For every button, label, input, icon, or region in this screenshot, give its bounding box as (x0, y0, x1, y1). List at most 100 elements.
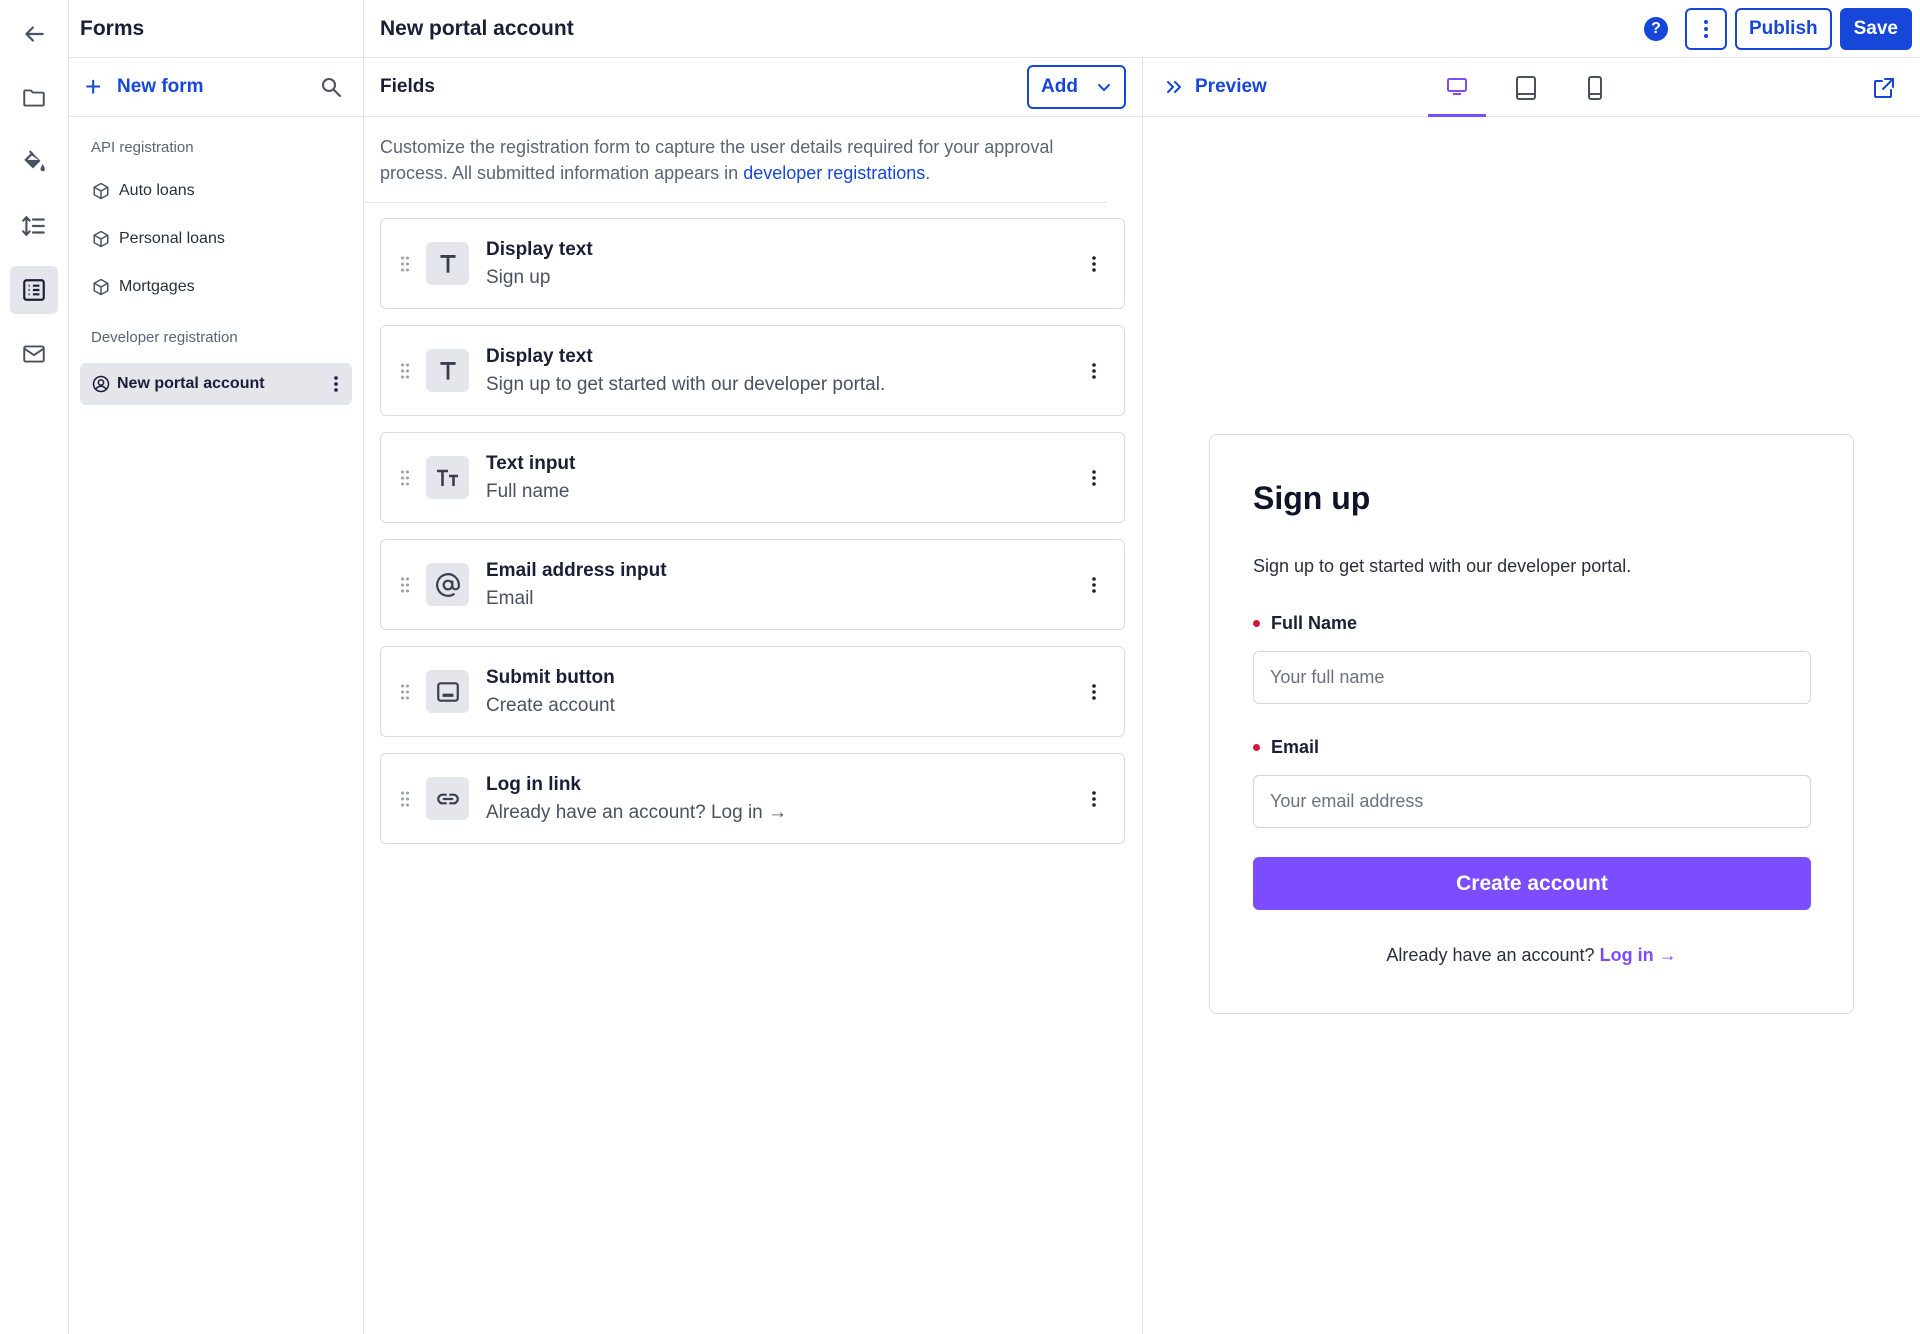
field-card-list: Display text Sign up Display text Sign u… (364, 203, 1142, 844)
fields-panel: Fields Add Customize the registration fo… (364, 58, 1143, 1334)
add-label: Add (1041, 76, 1078, 97)
desktop-device-tab[interactable] (1428, 58, 1486, 117)
field-value: Create account (486, 694, 615, 716)
publish-button[interactable]: Publish (1735, 8, 1832, 50)
field-card-submit-button[interactable]: Submit button Create account (380, 646, 1125, 737)
app-window: Forms + New form API registration Auto l… (0, 0, 1920, 1334)
more-vertical-icon[interactable] (1092, 577, 1096, 593)
add-field-button[interactable]: Add (1027, 65, 1126, 109)
field-card-text: Email address input Email (486, 560, 667, 610)
top-bar: New portal account ? Publish Save (364, 0, 1920, 58)
field-type: Submit button (486, 666, 615, 688)
preview-header: Preview (1143, 58, 1920, 117)
cube-icon (93, 278, 109, 296)
email-input[interactable] (1253, 775, 1811, 828)
desktop-icon (1447, 78, 1467, 95)
more-vertical-icon[interactable] (1092, 363, 1096, 379)
field-card-email-input[interactable]: Email address input Email (380, 539, 1125, 630)
forms-sidebar: Forms + New form API registration Auto l… (69, 0, 364, 1334)
field-type: Log in link (486, 773, 581, 795)
developer-registrations-link[interactable]: developer registrations (743, 163, 925, 183)
field-type: Text input (486, 452, 576, 474)
field-card-text: Text input Full name (486, 453, 575, 503)
field-card-text: Display text Sign up to get started with… (486, 346, 885, 396)
sidebar-item-new-portal-account[interactable]: New portal account (80, 363, 352, 405)
fields-description: Customize the registration form to captu… (364, 117, 1107, 203)
login-link[interactable]: Log in → (1600, 945, 1677, 965)
sidebar-title: Forms (80, 16, 145, 40)
help-icon[interactable]: ? (1644, 17, 1668, 41)
preview-toggle[interactable]: Preview (1165, 76, 1267, 98)
more-vertical-icon[interactable] (1092, 684, 1096, 700)
more-vertical-icon[interactable] (1092, 791, 1096, 807)
field-card-login-link[interactable]: Log in link Already have an account? Log… (380, 753, 1125, 844)
mail-icon[interactable] (10, 330, 58, 378)
chevron-down-icon (1098, 84, 1110, 91)
chevrons-right-icon (1167, 81, 1181, 93)
at-icon (426, 563, 469, 606)
preview-label: Preview (1195, 76, 1267, 97)
required-indicator (1253, 620, 1260, 627)
preview-panel: Preview Sign up Sign up to get started w… (1143, 58, 1920, 1334)
field-value: Email (486, 587, 534, 609)
save-button[interactable]: Save (1839, 8, 1912, 50)
search-icon[interactable] (319, 75, 343, 99)
description-end: . (925, 163, 931, 183)
sidebar-item-label: Personal loans (119, 230, 225, 247)
create-account-button[interactable]: Create account (1253, 857, 1811, 910)
sidebar-item-personal-loans[interactable]: Personal loans (69, 215, 363, 263)
fields-title: Fields (380, 76, 435, 97)
new-form-button[interactable]: + New form (85, 73, 204, 101)
sidebar-header: Forms (69, 0, 363, 58)
drag-handle-icon[interactable] (400, 576, 410, 594)
field-card-text: Submit button Create account (486, 667, 615, 717)
cube-icon (93, 230, 109, 248)
sidebar-item-mortgages[interactable]: Mortgages (69, 263, 363, 311)
icon-rail (0, 0, 69, 1334)
page-title: New portal account (380, 16, 574, 40)
new-form-row: + New form (69, 58, 363, 117)
forms-list-icon[interactable] (10, 266, 58, 314)
drag-handle-icon[interactable] (400, 683, 410, 701)
button-icon (426, 670, 469, 713)
mobile-device-tab[interactable] (1566, 58, 1624, 117)
more-vertical-icon[interactable] (1092, 470, 1096, 486)
sidebar-item-label: New portal account (117, 375, 265, 392)
drag-handle-icon[interactable] (400, 790, 410, 808)
drag-handle-icon[interactable] (400, 469, 410, 487)
more-vertical-icon[interactable] (334, 376, 338, 392)
top-actions: ? Publish Save (1644, 8, 1912, 50)
drag-handle-icon[interactable] (400, 362, 410, 380)
sidebar-item-label: Mortgages (119, 278, 195, 295)
field-card-display-text-heading[interactable]: Display text Sign up (380, 218, 1125, 309)
field-value: Sign up (486, 266, 551, 288)
sidebar-item-label: Auto loans (119, 182, 195, 199)
field-card-display-text-intro[interactable]: Display text Sign up to get started with… (380, 325, 1125, 416)
description-text: Customize the registration form to captu… (380, 137, 1054, 183)
link-icon (426, 777, 469, 820)
sidebar-item-auto-loans[interactable]: Auto loans (69, 167, 363, 215)
more-vertical-icon[interactable] (1092, 256, 1096, 272)
drag-handle-icon[interactable] (400, 255, 410, 273)
field-value: Full name (486, 480, 570, 502)
full-name-label-text: Full Name (1271, 613, 1358, 633)
paint-bucket-icon[interactable] (10, 138, 58, 186)
text-t-icon (426, 349, 469, 392)
mobile-icon (1588, 75, 1602, 100)
preview-heading: Sign up (1253, 480, 1371, 516)
line-spacing-icon[interactable] (10, 202, 58, 250)
open-external-icon[interactable] (1872, 76, 1896, 100)
email-label-text: Email (1271, 737, 1320, 757)
field-value: Sign up to get started with our develope… (486, 373, 886, 395)
field-card-text-input[interactable]: Text input Full name (380, 432, 1125, 523)
back-arrow-icon[interactable] (10, 10, 58, 58)
email-label: Email (1253, 737, 1319, 758)
folder-icon[interactable] (10, 74, 58, 122)
field-type: Display text (486, 345, 593, 367)
field-card-text: Log in link Already have an account? Log… (486, 774, 787, 824)
full-name-input[interactable] (1253, 651, 1811, 704)
more-options-button[interactable] (1685, 8, 1727, 50)
tablet-device-tab[interactable] (1497, 58, 1555, 117)
user-circle-icon (92, 375, 110, 393)
tablet-icon (1516, 75, 1536, 100)
